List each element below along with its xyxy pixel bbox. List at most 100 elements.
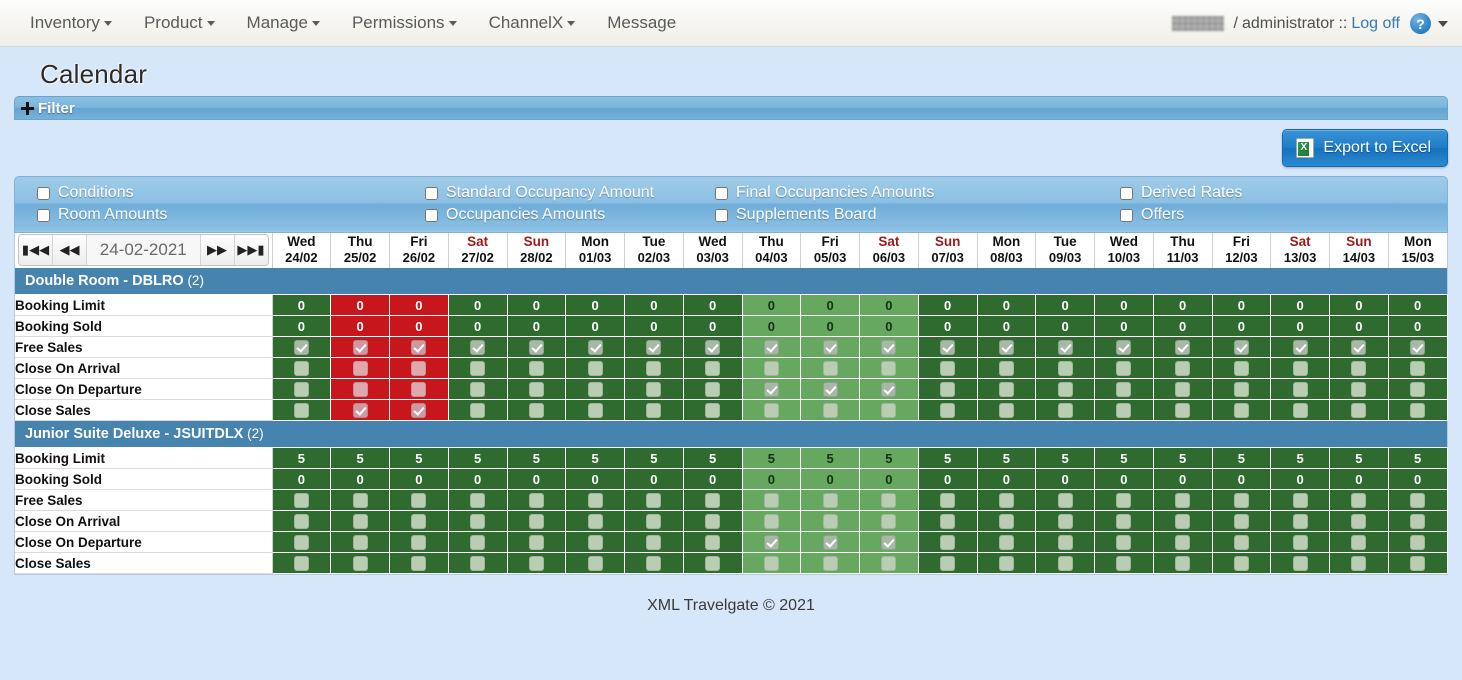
calendar-cell[interactable] — [1329, 531, 1389, 553]
calendar-cell[interactable] — [1270, 399, 1330, 421]
checkbox-checked-icon[interactable] — [352, 403, 368, 419]
calendar-cell[interactable]: 0 — [1211, 294, 1272, 316]
calendar-cell[interactable]: 0 — [1387, 468, 1448, 490]
checkbox-unchecked-icon[interactable] — [528, 535, 544, 551]
option-occupancies-amounts[interactable]: Occupancies Amounts — [411, 204, 701, 226]
calendar-cell[interactable] — [1152, 378, 1213, 400]
calendar-cell[interactable]: 0 — [389, 468, 449, 490]
checkbox-unchecked-icon[interactable] — [1057, 514, 1073, 530]
calendar-cell[interactable] — [1035, 552, 1095, 574]
calendar-cell[interactable]: 0 — [1270, 468, 1330, 490]
checkbox-checked-icon[interactable] — [822, 340, 838, 356]
calendar-cell[interactable]: 0 — [682, 315, 743, 337]
checkbox-unchecked-icon[interactable] — [1410, 514, 1426, 530]
calendar-cell[interactable]: 0 — [1329, 468, 1389, 490]
checkbox-unchecked-icon[interactable] — [1057, 403, 1073, 419]
calendar-cell[interactable]: 0 — [1387, 315, 1448, 337]
checkbox-checked-icon[interactable] — [705, 340, 721, 356]
room-group-header[interactable]: Double Room - DBLRO (2) — [15, 267, 1447, 295]
previous-page-button[interactable]: ◀◀ — [53, 235, 87, 265]
calendar-cell[interactable] — [565, 531, 625, 553]
calendar-cell[interactable] — [682, 552, 743, 574]
checkbox-unchecked-icon[interactable] — [1410, 403, 1426, 419]
option-checkbox[interactable] — [1120, 186, 1133, 200]
checkbox-unchecked-icon[interactable] — [763, 556, 779, 572]
calendar-cell[interactable] — [1094, 336, 1154, 358]
option-checkbox[interactable] — [715, 208, 728, 222]
calendar-cell[interactable] — [1329, 378, 1389, 400]
calendar-cell[interactable] — [917, 336, 978, 358]
calendar-cell[interactable] — [330, 336, 390, 358]
checkbox-unchecked-icon[interactable] — [646, 535, 662, 551]
option-checkbox[interactable] — [37, 186, 50, 200]
calendar-cell[interactable]: 0 — [1152, 315, 1213, 337]
calendar-cell[interactable] — [389, 378, 449, 400]
calendar-cell[interactable] — [1270, 336, 1330, 358]
checkbox-unchecked-icon[interactable] — [1351, 556, 1367, 572]
calendar-cell[interactable] — [271, 489, 332, 511]
calendar-cell[interactable] — [330, 357, 390, 379]
option-supplements-board[interactable]: Supplements Board — [701, 204, 1106, 226]
checkbox-checked-icon[interactable] — [1116, 340, 1132, 356]
calendar-cell[interactable] — [800, 531, 860, 553]
checkbox-unchecked-icon[interactable] — [1175, 361, 1191, 377]
calendar-cell[interactable] — [565, 399, 625, 421]
export-to-excel-button[interactable]: Export to Excel — [1282, 129, 1448, 167]
calendar-cell[interactable]: 0 — [1035, 468, 1095, 490]
checkbox-unchecked-icon[interactable] — [1175, 556, 1191, 572]
calendar-cell[interactable] — [389, 357, 449, 379]
nav-item-inventory[interactable]: Inventory — [14, 0, 128, 46]
calendar-cell[interactable] — [1270, 531, 1330, 553]
checkbox-unchecked-icon[interactable] — [1233, 535, 1249, 551]
calendar-cell[interactable] — [1152, 531, 1213, 553]
calendar-cell[interactable] — [447, 336, 508, 358]
checkbox-unchecked-icon[interactable] — [998, 382, 1014, 398]
calendar-cell[interactable] — [624, 336, 684, 358]
option-room-amounts[interactable]: Room Amounts — [23, 204, 411, 226]
calendar-cell[interactable]: 0 — [624, 468, 684, 490]
calendar-cell[interactable] — [624, 510, 684, 532]
logoff-link[interactable]: Log off — [1351, 15, 1400, 33]
calendar-cell[interactable]: 5 — [1152, 447, 1213, 469]
calendar-cell[interactable] — [624, 552, 684, 574]
calendar-cell[interactable]: 5 — [447, 447, 508, 469]
calendar-cell[interactable] — [682, 378, 743, 400]
calendar-cell[interactable]: 5 — [506, 447, 567, 469]
calendar-cell[interactable]: 0 — [624, 294, 684, 316]
checkbox-checked-icon[interactable] — [293, 340, 309, 356]
checkbox-unchecked-icon[interactable] — [940, 535, 956, 551]
nav-item-permissions[interactable]: Permissions — [336, 0, 473, 46]
calendar-cell[interactable]: 0 — [976, 315, 1037, 337]
checkbox-unchecked-icon[interactable] — [1233, 361, 1249, 377]
calendar-cell[interactable] — [389, 510, 449, 532]
calendar-cell[interactable]: 0 — [389, 294, 449, 316]
checkbox-checked-icon[interactable] — [998, 340, 1014, 356]
checkbox-unchecked-icon[interactable] — [1410, 382, 1426, 398]
option-checkbox[interactable] — [425, 208, 438, 222]
calendar-cell[interactable] — [1211, 378, 1272, 400]
calendar-cell[interactable]: 5 — [1329, 447, 1389, 469]
checkbox-unchecked-icon[interactable] — [998, 514, 1014, 530]
calendar-cell[interactable]: 5 — [565, 447, 625, 469]
calendar-cell[interactable] — [1152, 399, 1213, 421]
checkbox-unchecked-icon[interactable] — [1292, 403, 1308, 419]
calendar-cell[interactable] — [682, 510, 743, 532]
checkbox-unchecked-icon[interactable] — [1116, 361, 1132, 377]
calendar-cell[interactable] — [917, 510, 978, 532]
calendar-cell[interactable]: 5 — [682, 447, 743, 469]
checkbox-unchecked-icon[interactable] — [587, 535, 603, 551]
calendar-cell[interactable] — [1211, 357, 1272, 379]
calendar-cell[interactable]: 5 — [741, 447, 802, 469]
checkbox-unchecked-icon[interactable] — [705, 556, 721, 572]
checkbox-unchecked-icon[interactable] — [352, 493, 368, 509]
calendar-cell[interactable]: 0 — [1387, 294, 1448, 316]
checkbox-unchecked-icon[interactable] — [1175, 535, 1191, 551]
calendar-cell[interactable] — [506, 336, 567, 358]
checkbox-checked-icon[interactable] — [587, 340, 603, 356]
checkbox-unchecked-icon[interactable] — [646, 382, 662, 398]
calendar-cell[interactable]: 5 — [917, 447, 978, 469]
calendar-cell[interactable]: 0 — [447, 468, 508, 490]
calendar-cell[interactable] — [1387, 552, 1448, 574]
calendar-cell[interactable]: 0 — [917, 294, 978, 316]
calendar-cell[interactable] — [1094, 399, 1154, 421]
